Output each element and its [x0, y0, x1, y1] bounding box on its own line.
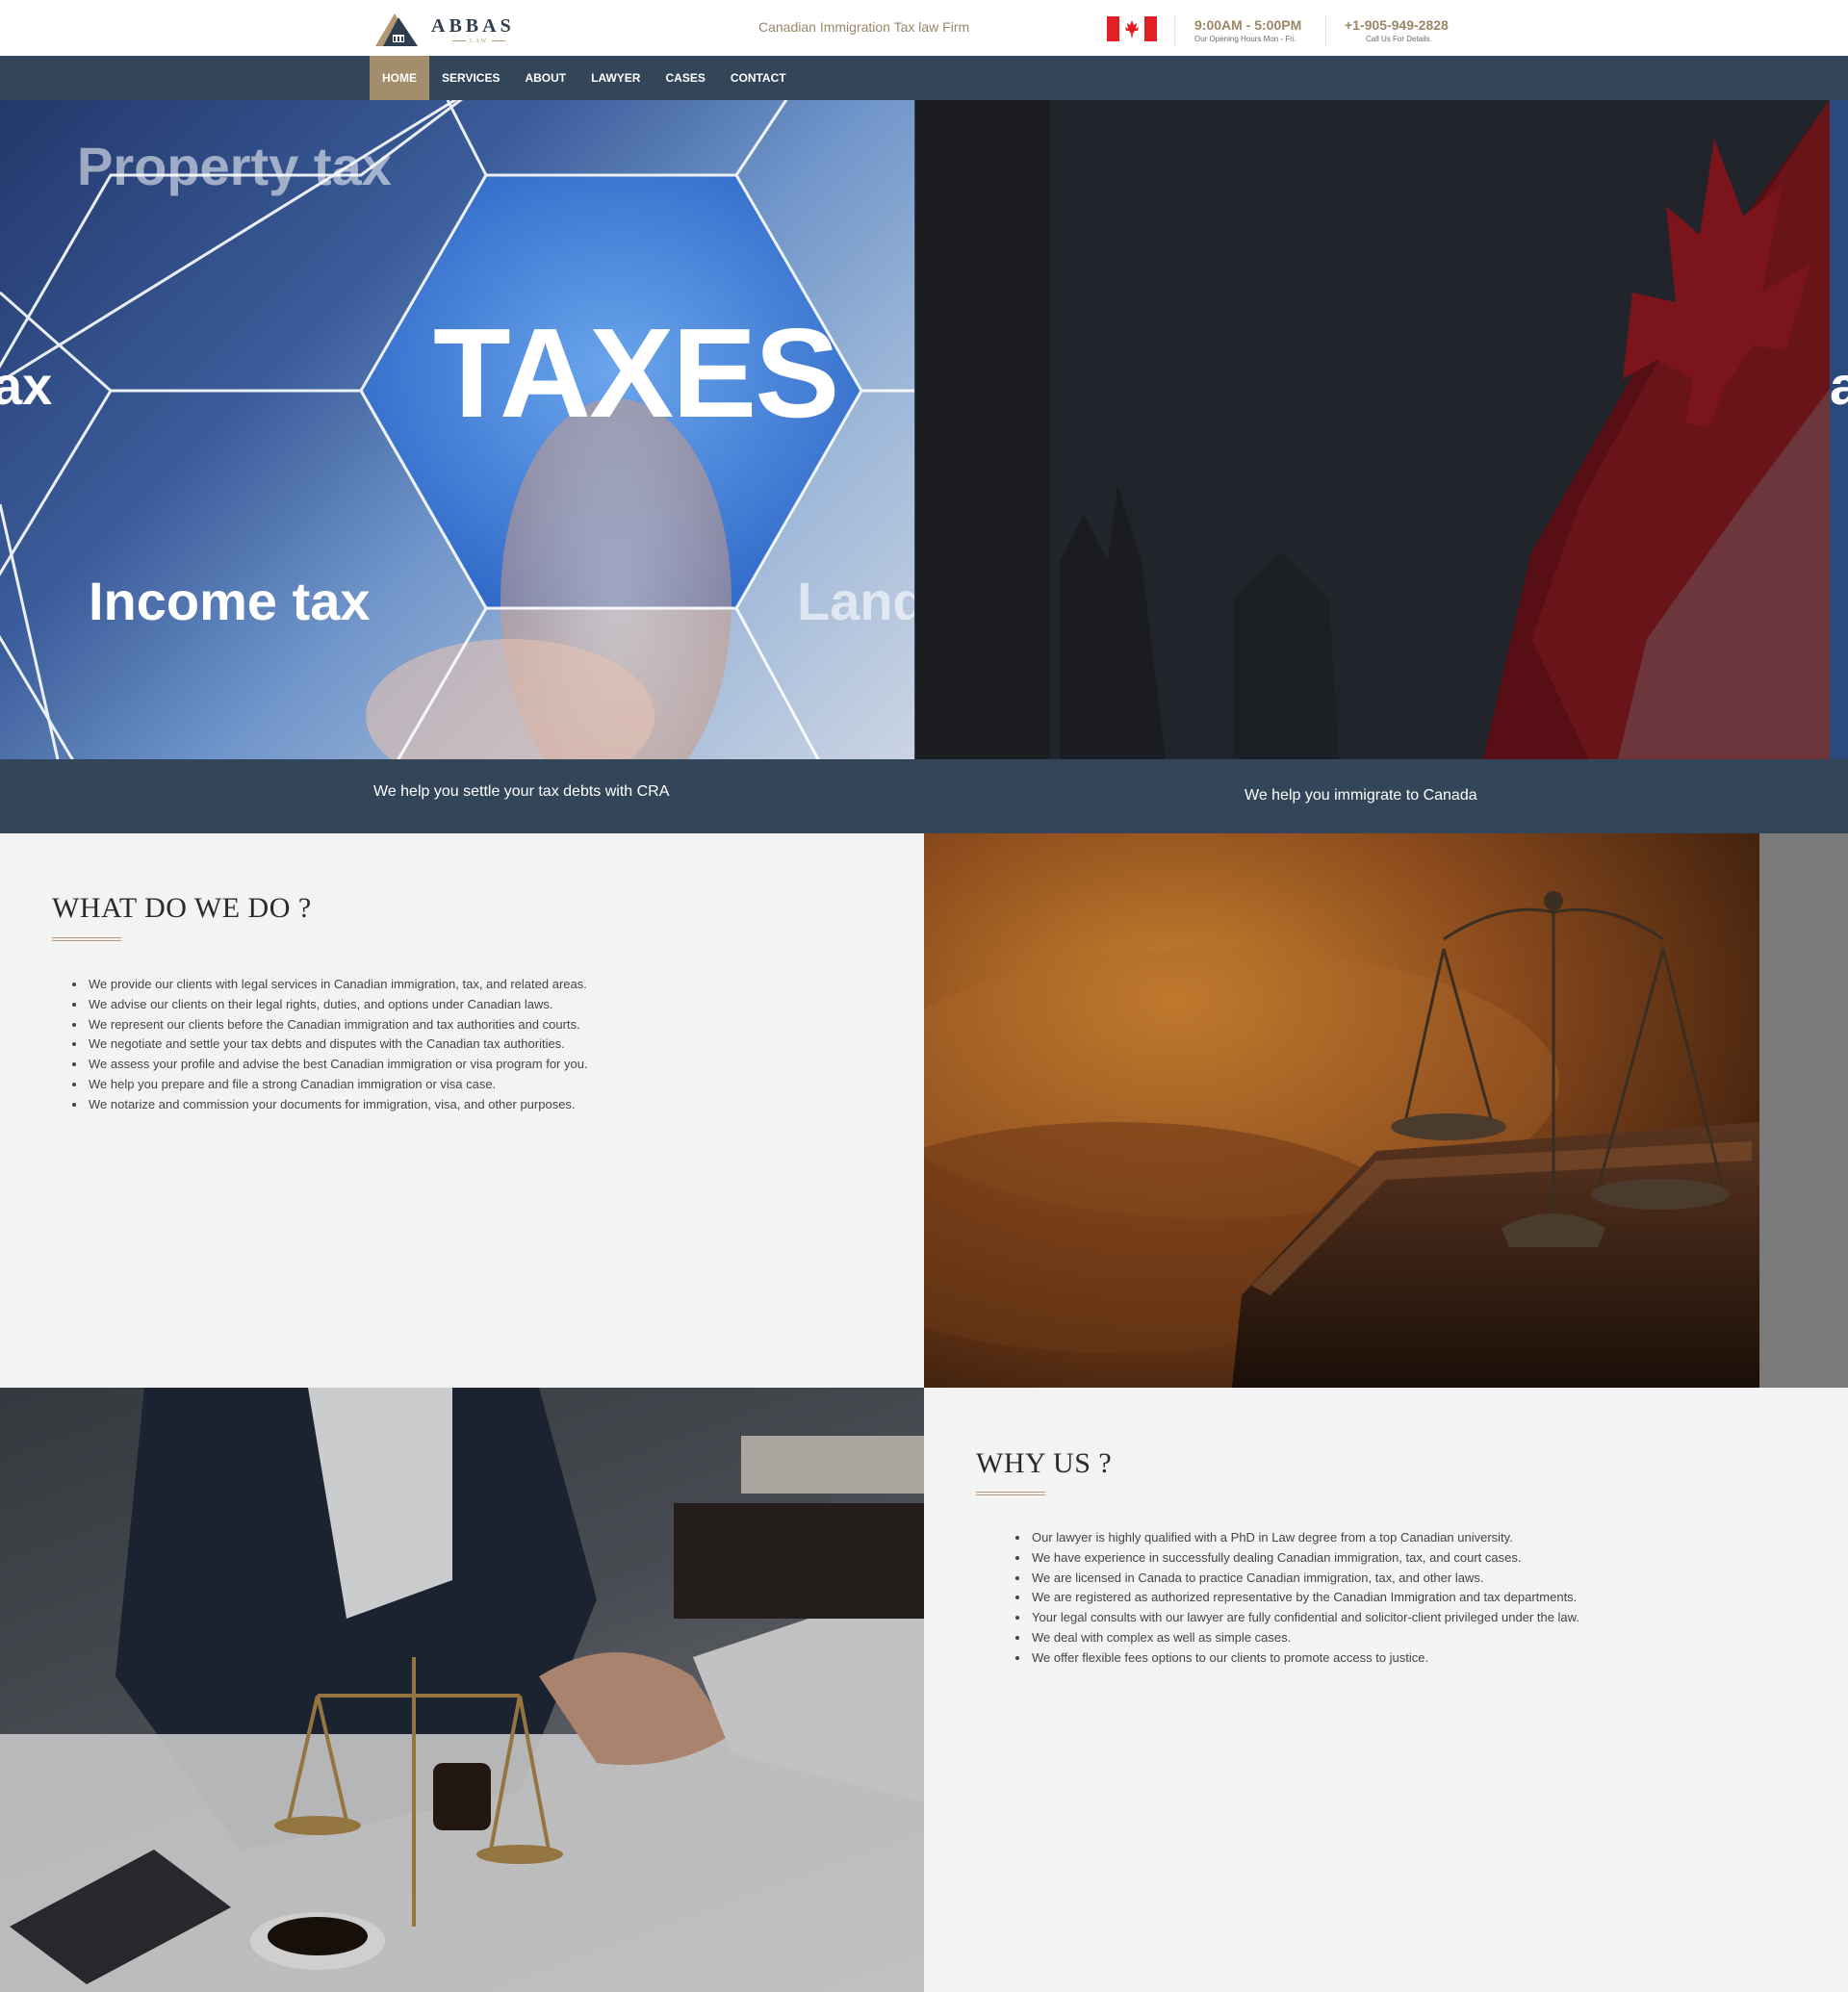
canada-flag-image [915, 100, 1830, 759]
logo-name: ABBAS [431, 15, 515, 37]
title-underline [52, 937, 121, 941]
logo-mark-icon [375, 13, 418, 46]
scales-icon [924, 891, 1759, 1388]
slide-word-land: Land [797, 571, 914, 631]
canada-flag-icon[interactable] [1107, 16, 1157, 41]
slide-peek-fragment: ax [1830, 355, 1848, 416]
list-item: We assess your profile and advise the be… [87, 1055, 857, 1075]
slide-taxes-image: Property tax TAXES Income tax Land ax [0, 100, 914, 759]
slide-word-property: Property tax [77, 136, 392, 196]
list-item: We are licensed in Canada to practice Ca… [1030, 1569, 1800, 1589]
slide-caption-tax: We help you settle your tax debts with C… [373, 783, 670, 800]
services-list: We provide our clients with legal servic… [67, 975, 857, 1115]
opening-hours-note: Our Opening Hours Mon - Fri. [1194, 35, 1296, 43]
opening-hours: 9:00AM - 5:00PM [1194, 17, 1302, 33]
handshake-image [0, 1388, 924, 1992]
site-header: ABBAS LAW Canadian Immigration Tax law F… [0, 0, 1848, 56]
hero-slider[interactable]: Property tax TAXES Income tax Land ax ax… [0, 100, 1848, 833]
list-item: We advise our clients on their legal rig… [87, 995, 857, 1015]
list-item: We negotiate and settle your tax debts a… [87, 1034, 857, 1055]
nav-lawyer[interactable]: LAWYER [578, 56, 653, 100]
list-item: We are registered as authorized represen… [1030, 1588, 1800, 1608]
list-item: We deal with complex as well as simple c… [1030, 1628, 1800, 1648]
slide-word-income: Income tax [89, 571, 371, 631]
slide-caption-immigration: We help you immigrate to Canada [1245, 787, 1477, 804]
list-item: We provide our clients with legal servic… [87, 975, 857, 995]
list-item: Your legal consults with our lawyer are … [1030, 1608, 1800, 1628]
list-item: We represent our clients before the Cana… [87, 1015, 857, 1035]
tagline: Canadian Immigration Tax law Firm [758, 19, 970, 35]
slide-word-fragment: ax [0, 355, 53, 416]
nav-contact[interactable]: CONTACT [718, 56, 799, 100]
phone-note: Call Us For Details [1366, 35, 1430, 43]
title-underline [976, 1492, 1045, 1495]
scales-of-justice-image [924, 833, 1759, 1388]
slide-next-peek: ax [1830, 100, 1848, 759]
phone-number[interactable]: +1-905-949-2828 [1345, 17, 1449, 33]
header-divider [1325, 14, 1326, 46]
list-item: We offer flexible fees options to our cl… [1030, 1648, 1800, 1669]
gray-strip [1759, 833, 1848, 1388]
list-item: We help you prepare and file a strong Ca… [87, 1075, 857, 1095]
header-divider [1174, 14, 1175, 46]
slide-word-taxes: TAXES [433, 302, 839, 444]
logo[interactable]: ABBAS LAW [375, 12, 520, 46]
slide-canada-image [915, 100, 1830, 759]
handshake-scene [0, 1388, 924, 1992]
reasons-list: Our lawyer is highly qualified with a Ph… [1011, 1528, 1800, 1669]
nav-services[interactable]: SERVICES [429, 56, 512, 100]
list-item: Our lawyer is highly qualified with a Ph… [1030, 1528, 1800, 1548]
nav-about[interactable]: ABOUT [512, 56, 578, 100]
nav-home[interactable]: HOME [370, 56, 429, 100]
list-item: We have experience in successfully deali… [1030, 1548, 1800, 1569]
logo-subtitle: LAW [449, 38, 509, 44]
what-we-do-title: WHAT DO WE DO ? [52, 892, 312, 924]
why-us-title: WHY US ? [976, 1447, 1113, 1479]
why-us-section: WHY US ? Our lawyer is highly qualified … [924, 1388, 1848, 1992]
list-item: We notarize and commission your document… [87, 1095, 857, 1115]
what-we-do-section: WHAT DO WE DO ? We provide our clients w… [0, 833, 924, 1388]
nav-cases[interactable]: CASES [653, 56, 717, 100]
main-navigation: HOME SERVICES ABOUT LAWYER CASES CONTACT [0, 56, 1848, 100]
